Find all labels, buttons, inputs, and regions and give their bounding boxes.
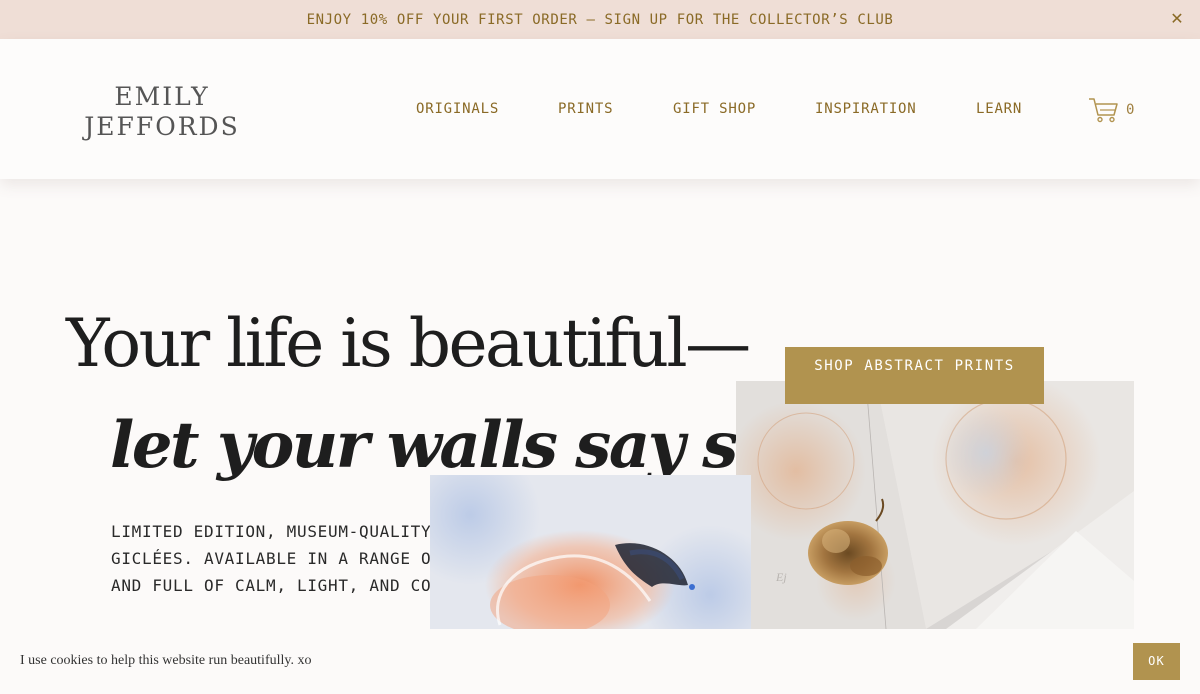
hero-headline-line1: Your life is beautiful— (66, 305, 751, 382)
nav-item-inspiration[interactable]: INSPIRATION (815, 101, 917, 117)
announcement-bar: ENJOY 10% OFF YOUR FIRST ORDER — SIGN UP… (0, 0, 1200, 39)
logo-line-last: JEFFORDS (84, 112, 240, 141)
hero-image-abstract (430, 475, 751, 629)
logo-line-first: EMILY (114, 82, 210, 111)
site-logo[interactable]: EMILY JEFFORDS (76, 81, 248, 143)
nav-item-gift-shop[interactable]: GIFT SHOP (673, 101, 756, 117)
shop-abstract-prints-button[interactable]: SHOP ABSTRACT PRINTS (785, 347, 1044, 404)
hero-image-flower-paper: Ej (736, 381, 1134, 629)
cart-count: 0 (1126, 102, 1135, 118)
cookie-ok-button[interactable]: OK (1133, 643, 1180, 680)
announcement-text[interactable]: ENJOY 10% OFF YOUR FIRST ORDER — SIGN UP… (307, 12, 894, 28)
cookie-banner: I use cookies to help this website run b… (0, 629, 1200, 694)
nav-item-prints[interactable]: PRINTS (558, 101, 613, 117)
cart-button[interactable]: 0 (1088, 96, 1134, 124)
site-header: EMILY JEFFORDS ORIGINALS PRINTS GIFT SHO… (0, 39, 1200, 179)
cookie-text: I use cookies to help this website run b… (20, 653, 312, 668)
nav-item-learn[interactable]: LEARN (976, 101, 1022, 117)
close-icon[interactable]: ✕ (1168, 10, 1186, 28)
svg-text:Ej: Ej (775, 570, 787, 584)
cart-icon (1089, 98, 1118, 123)
nav-item-originals[interactable]: ORIGINALS (416, 101, 499, 117)
